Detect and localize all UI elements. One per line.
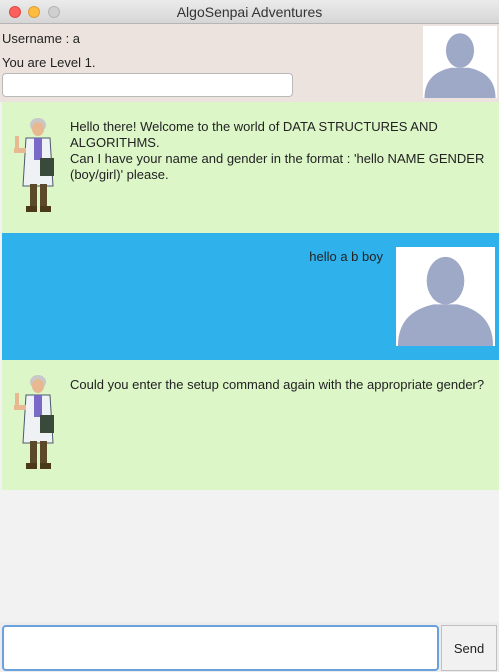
user-avatar [423, 26, 497, 98]
professor-sprite-icon [14, 118, 54, 212]
window-title: AlgoSenpai Adventures [176, 4, 323, 20]
professor-sprite-icon [14, 375, 54, 469]
user-header: Username : a You are Level 1. [0, 24, 499, 102]
bot-message: Hello there! Welcome to the world of DAT… [2, 102, 499, 233]
window-title-bar: AlgoSenpai Adventures [0, 0, 499, 24]
default-user-avatar-icon [397, 256, 494, 346]
message-text: Could you enter the setup command again … [70, 377, 485, 392]
username-label: Username : a [2, 31, 81, 46]
level-label: You are Level 1. [2, 55, 96, 70]
message-text: hello a b boy [309, 249, 383, 264]
bot-message: Could you enter the setup command again … [2, 360, 499, 490]
message-input[interactable] [2, 625, 439, 671]
user-message: hello a b boy [2, 233, 499, 360]
default-user-avatar-icon [424, 33, 496, 98]
send-button[interactable]: Send [441, 625, 497, 671]
chat-history[interactable]: Hello there! Welcome to the world of DAT… [0, 102, 499, 622]
user-message-avatar [396, 247, 495, 346]
message-text: Hello there! Welcome to the world of DAT… [70, 119, 485, 182]
input-bar: Send [0, 622, 499, 672]
header-text-field[interactable] [2, 73, 293, 97]
